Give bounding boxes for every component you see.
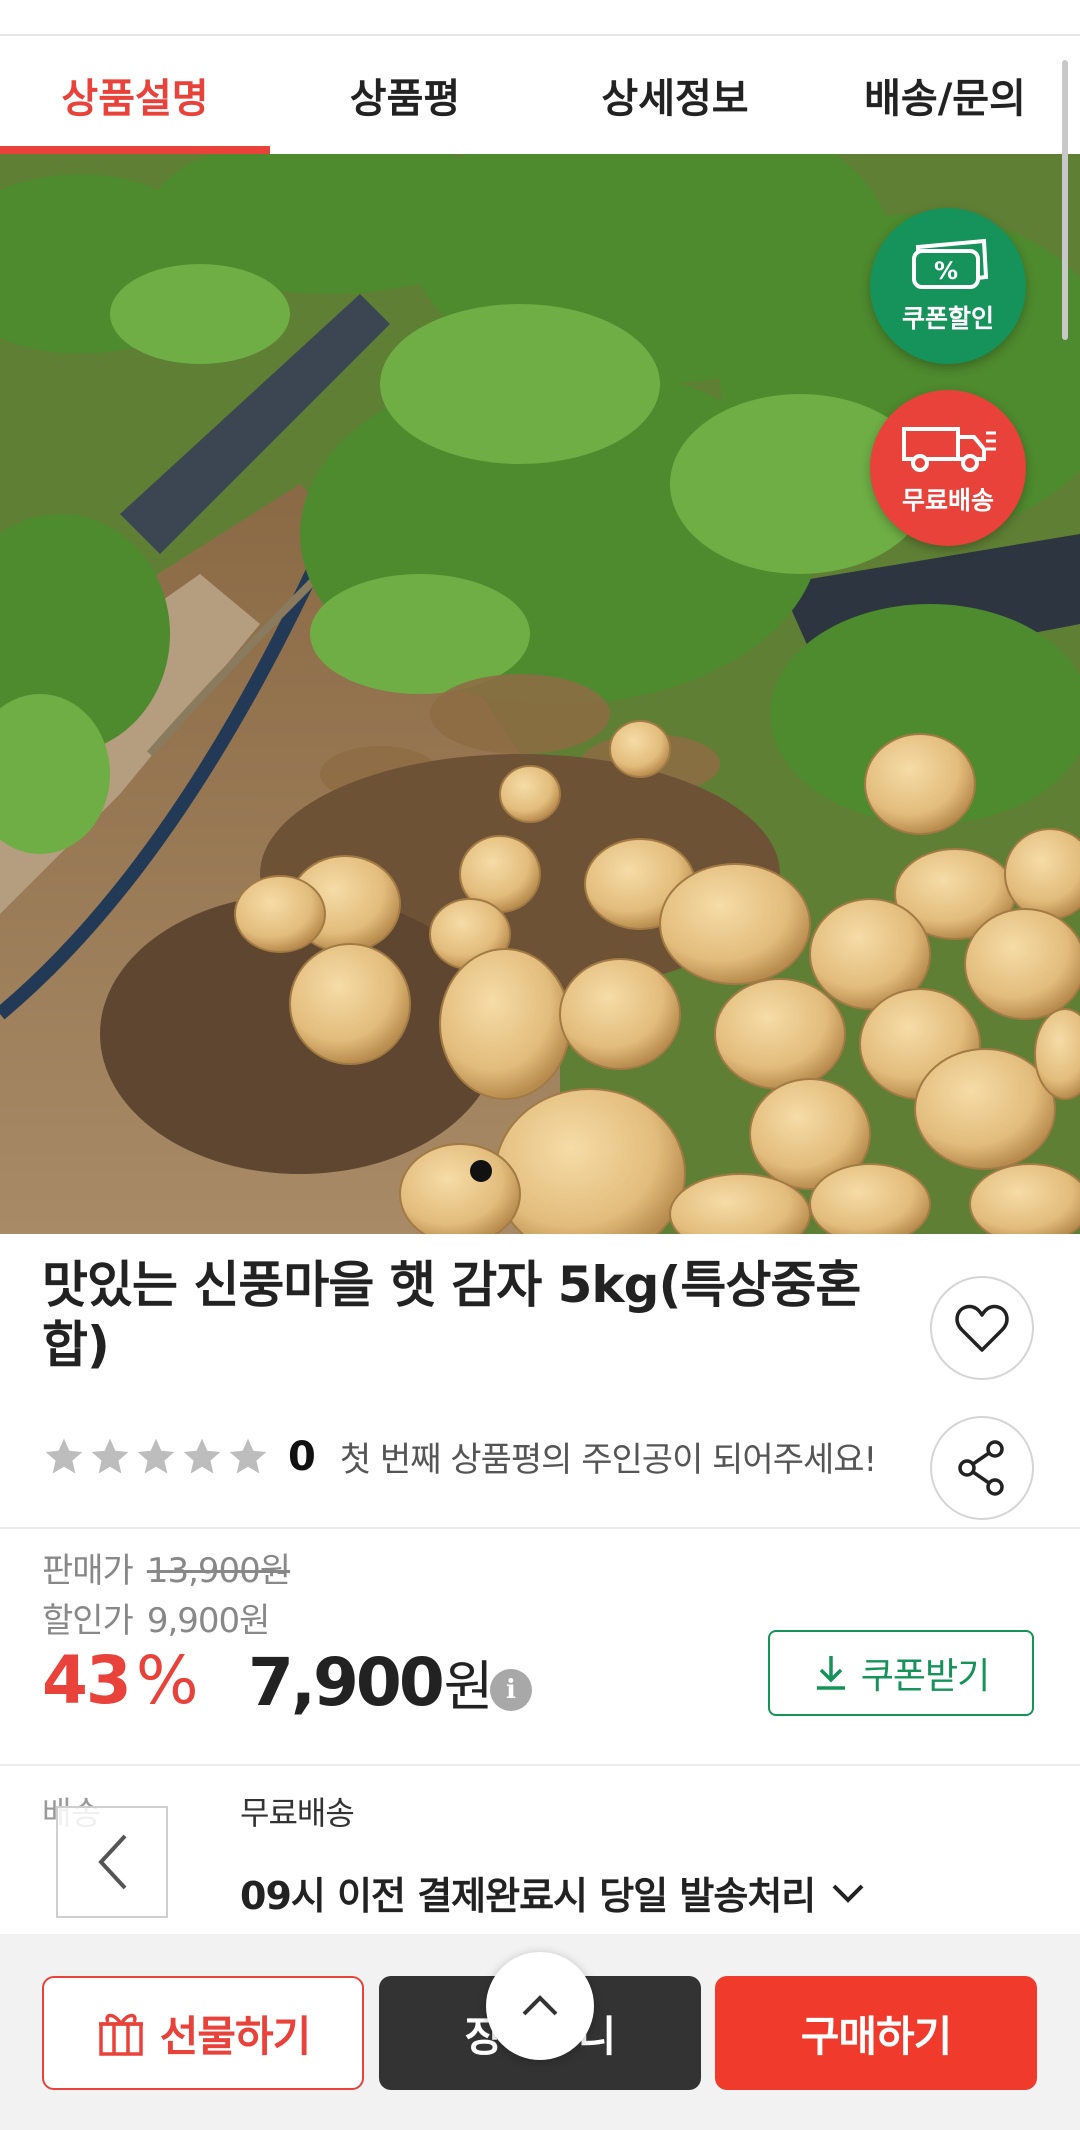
discount-price-row: 할인가 9,900원 — [42, 1593, 271, 1642]
info-icon[interactable]: i — [490, 1669, 532, 1711]
carousel-indicator[interactable] — [470, 1160, 492, 1182]
star-icon — [183, 1438, 221, 1473]
chevron-down-icon — [832, 1884, 864, 1903]
get-coupon-button[interactable]: 쿠폰받기 — [768, 1630, 1034, 1716]
star-icon — [137, 1438, 175, 1473]
discount-price-label: 할인가 — [42, 1601, 134, 1641]
back-button[interactable] — [56, 1806, 168, 1918]
free-shipping-label: 무료배송 — [901, 486, 994, 515]
tab-bar: 상품설명 상품평 상세정보 배송/문의 — [0, 36, 1080, 154]
rating-row: 0 첫 번째 상품평의 주인공이 되어주세요! — [42, 1432, 877, 1481]
gift-label: 선물하기 — [159, 2011, 312, 2061]
share-icon — [958, 1440, 1004, 1496]
product-title: 맛있는 신풍마을 햇 감자 5kg(특상중혼합) — [42, 1256, 861, 1374]
coupon-discount-badge[interactable]: % 쿠폰할인 — [870, 208, 1026, 364]
rating-count: 0 — [288, 1433, 316, 1480]
scroll-to-top-button[interactable] — [486, 1952, 594, 2060]
discount-percent-sign: % — [135, 1642, 199, 1719]
free-shipping-badge[interactable]: 무료배송 — [870, 390, 1026, 546]
scrollbar[interactable] — [1062, 60, 1068, 340]
tab-shipping-inquiry[interactable]: 배송/문의 — [810, 36, 1080, 154]
download-icon — [816, 1656, 845, 1690]
divider — [0, 1527, 1080, 1529]
top-strip — [0, 0, 1080, 36]
chevron-up-icon — [522, 1995, 558, 2016]
coupon-symbol: % — [934, 257, 958, 285]
discount-percent-number: 43 — [42, 1642, 132, 1719]
buy-button[interactable]: 구매하기 — [715, 1976, 1037, 2090]
tab-details[interactable]: 상세정보 — [540, 36, 810, 154]
tab-reviews[interactable]: 상품평 — [270, 36, 540, 154]
sale-price-row: 판매가 13,900원 — [42, 1543, 291, 1592]
star-icon — [91, 1438, 129, 1473]
share-button[interactable] — [930, 1416, 1034, 1520]
final-price: 7,900원 — [248, 1642, 493, 1721]
star-icon — [229, 1438, 267, 1473]
tab-description[interactable]: 상품설명 — [0, 36, 270, 154]
shipping-note[interactable]: 09시 이전 결제완료시 당일 발송처리 — [240, 1865, 865, 1920]
review-prompt[interactable]: 첫 번째 상품평의 주인공이 되어주세요! — [340, 1432, 877, 1481]
final-price-number: 7,900 — [248, 1644, 445, 1721]
final-price-unit: 원 — [443, 1655, 494, 1718]
sale-price-value: 13,900원 — [146, 1551, 291, 1591]
sale-price-label: 판매가 — [42, 1551, 134, 1591]
gift-icon — [98, 2013, 143, 2056]
coupon-icon: % — [912, 238, 989, 289]
star-icon — [45, 1438, 83, 1473]
truck-icon — [902, 427, 996, 472]
coupon-discount-label: 쿠폰할인 — [901, 304, 994, 333]
discount-price-value: 9,900원 — [146, 1601, 271, 1641]
gift-button[interactable]: 선물하기 — [42, 1976, 364, 2090]
heart-icon — [955, 1304, 1009, 1352]
shipping-value: 무료배송 — [240, 1794, 355, 1832]
divider — [0, 1764, 1080, 1766]
wishlist-button[interactable] — [930, 1276, 1034, 1380]
shipping-note-text: 09시 이전 결제완료시 당일 발송처리 — [240, 1874, 816, 1918]
rating-stars — [42, 1435, 270, 1479]
chevron-left-icon — [98, 1834, 127, 1890]
get-coupon-label: 쿠폰받기 — [860, 1656, 990, 1697]
discount-percent: 43% — [42, 1642, 199, 1719]
